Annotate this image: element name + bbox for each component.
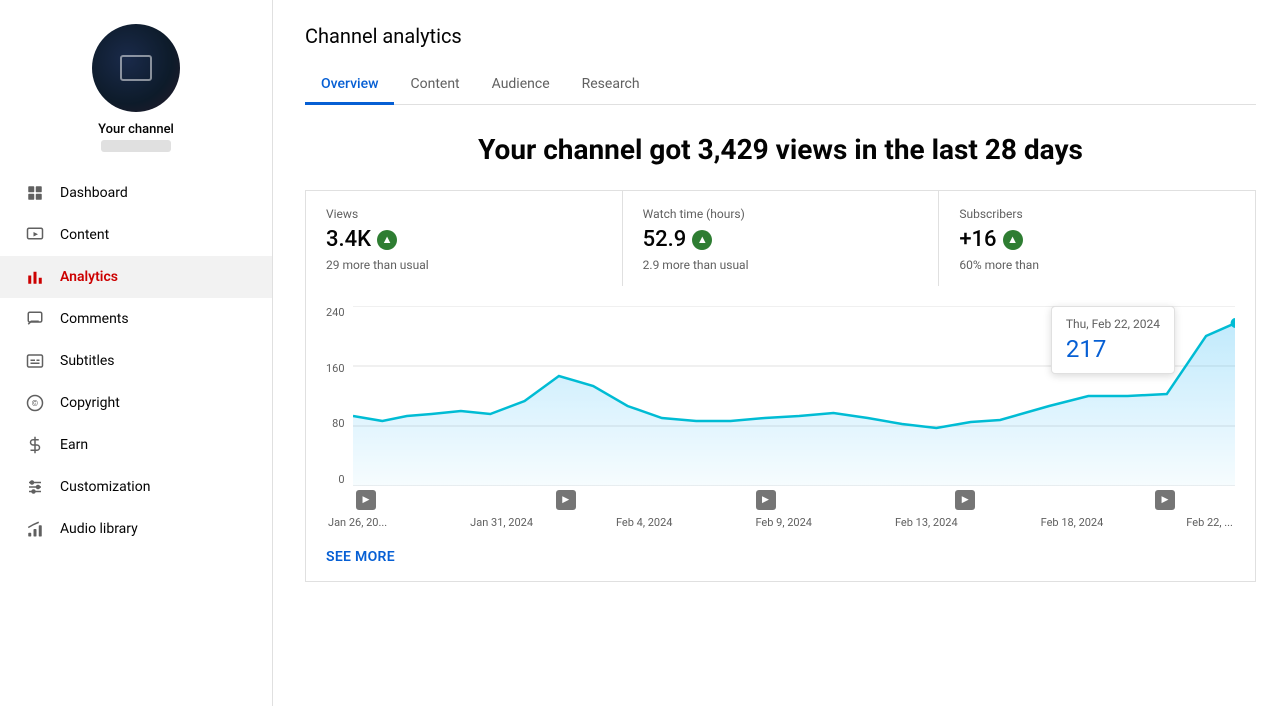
y-label-160: 160 [326,362,345,375]
dashboard-icon [24,182,46,204]
date-label-2: Feb 4, 2024 [616,516,673,529]
watch-up-icon: ▲ [692,230,712,250]
sidebar-item-label: Subtitles [60,353,115,369]
metric-views: Views 3.4K ▲ 29 more than usual [306,191,623,286]
sidebar-item-label: Customization [60,479,150,495]
y-label-80: 80 [326,417,345,430]
sidebar-item-analytics[interactable]: Analytics [0,256,272,298]
metric-watch-value: 52.9 [643,227,687,252]
tab-bar: Overview Content Audience Research [305,66,1256,105]
tooltip-date: Thu, Feb 22, 2024 [1066,317,1160,331]
sidebar-item-audio-library[interactable]: Audio library [0,508,272,550]
metric-subs-sub: 60% more than [959,258,1235,272]
page-title: Channel analytics [305,24,1256,48]
play-btn-feb9[interactable]: ▶ [756,490,776,510]
play-btn-feb22[interactable]: ▶ [1155,490,1175,510]
metric-views-value: 3.4K [326,227,371,252]
analytics-icon [24,266,46,288]
nav-items: Dashboard Content Analytics Comments Sub [0,172,272,550]
tab-audience[interactable]: Audience [476,66,566,105]
y-label-0: 0 [326,473,345,486]
comments-icon [24,308,46,330]
y-label-240: 240 [326,306,345,319]
chart-tooltip: Thu, Feb 22, 2024 217 [1051,306,1175,374]
sidebar-item-comments[interactable]: Comments [0,298,272,340]
sidebar-item-copyright[interactable]: © Copyright [0,382,272,424]
metric-watch-time: Watch time (hours) 52.9 ▲ 2.9 more than … [623,191,940,286]
sidebar: Your channel Dashboard Content Analytics [0,0,273,706]
play-icons-row: ▶ ▶ ▶ ▶ ▶ [326,490,1235,510]
svg-text:©: © [32,399,39,409]
views-headline: Your channel got 3,429 views in the last… [305,133,1256,166]
metric-subscribers: Subscribers +16 ▲ 60% more than [939,191,1255,286]
subs-up-icon: ▲ [1003,230,1023,250]
views-up-icon: ▲ [377,230,397,250]
metric-watch-label: Watch time (hours) [643,207,919,221]
date-label-5: Feb 18, 2024 [1041,516,1104,529]
y-axis: 240 160 80 0 [326,306,353,486]
chart-plot: Thu, Feb 22, 2024 217 [353,306,1235,486]
sidebar-item-label: Content [60,227,109,243]
metrics-row: Views 3.4K ▲ 29 more than usual Watch ti… [305,190,1256,286]
sidebar-item-label: Analytics [60,269,118,285]
earn-icon [24,434,46,456]
date-label-3: Feb 9, 2024 [755,516,812,529]
date-label-1: Jan 31, 2024 [470,516,533,529]
sidebar-item-dashboard[interactable]: Dashboard [0,172,272,214]
metric-subs-label: Subscribers [959,207,1235,221]
metric-subs-value-row: +16 ▲ [959,227,1235,252]
date-label-6: Feb 22, ... [1186,516,1233,529]
chart-inner: 240 160 80 0 Thu, Feb 22, 2024 217 [326,306,1235,486]
main-content: Channel analytics Overview Content Audie… [273,0,1288,706]
metric-watch-value-row: 52.9 ▲ [643,227,919,252]
chart-container: 240 160 80 0 Thu, Feb 22, 2024 217 [305,286,1256,582]
metric-views-value-row: 3.4K ▲ [326,227,602,252]
sidebar-item-label: Dashboard [60,185,128,201]
copyright-icon: © [24,392,46,414]
sidebar-item-subtitles[interactable]: Subtitles [0,340,272,382]
play-btn-feb18[interactable]: ▶ [955,490,975,510]
sidebar-item-content[interactable]: Content [0,214,272,256]
metric-views-sub: 29 more than usual [326,258,602,272]
sidebar-item-label: Copyright [60,395,120,411]
metric-subs-value: +16 [959,227,996,252]
play-btn-jan26[interactable]: ▶ [356,490,376,510]
channel-name: Your channel [98,122,174,137]
channel-handle [101,140,171,152]
content-icon [24,224,46,246]
sidebar-item-customization[interactable]: Customization [0,466,272,508]
sidebar-item-label: Earn [60,437,88,453]
customization-icon [24,476,46,498]
tab-research[interactable]: Research [566,66,656,105]
audio-icon [24,518,46,540]
tooltip-value: 217 [1066,335,1160,363]
play-btn-jan31[interactable]: ▶ [556,490,576,510]
see-more-link[interactable]: SEE MORE [326,549,1235,565]
sidebar-item-label: Audio library [60,521,138,537]
date-label-0: Jan 26, 20... [328,516,387,529]
metric-watch-sub: 2.9 more than usual [643,258,919,272]
channel-avatar [92,24,180,112]
tab-content[interactable]: Content [394,66,475,105]
subtitles-icon [24,350,46,372]
tab-overview[interactable]: Overview [305,66,394,105]
metric-views-label: Views [326,207,602,221]
chart-date-labels: Jan 26, 20... Jan 31, 2024 Feb 4, 2024 F… [326,516,1235,529]
sidebar-item-earn[interactable]: Earn [0,424,272,466]
date-label-4: Feb 13, 2024 [895,516,958,529]
sidebar-item-label: Comments [60,311,129,327]
